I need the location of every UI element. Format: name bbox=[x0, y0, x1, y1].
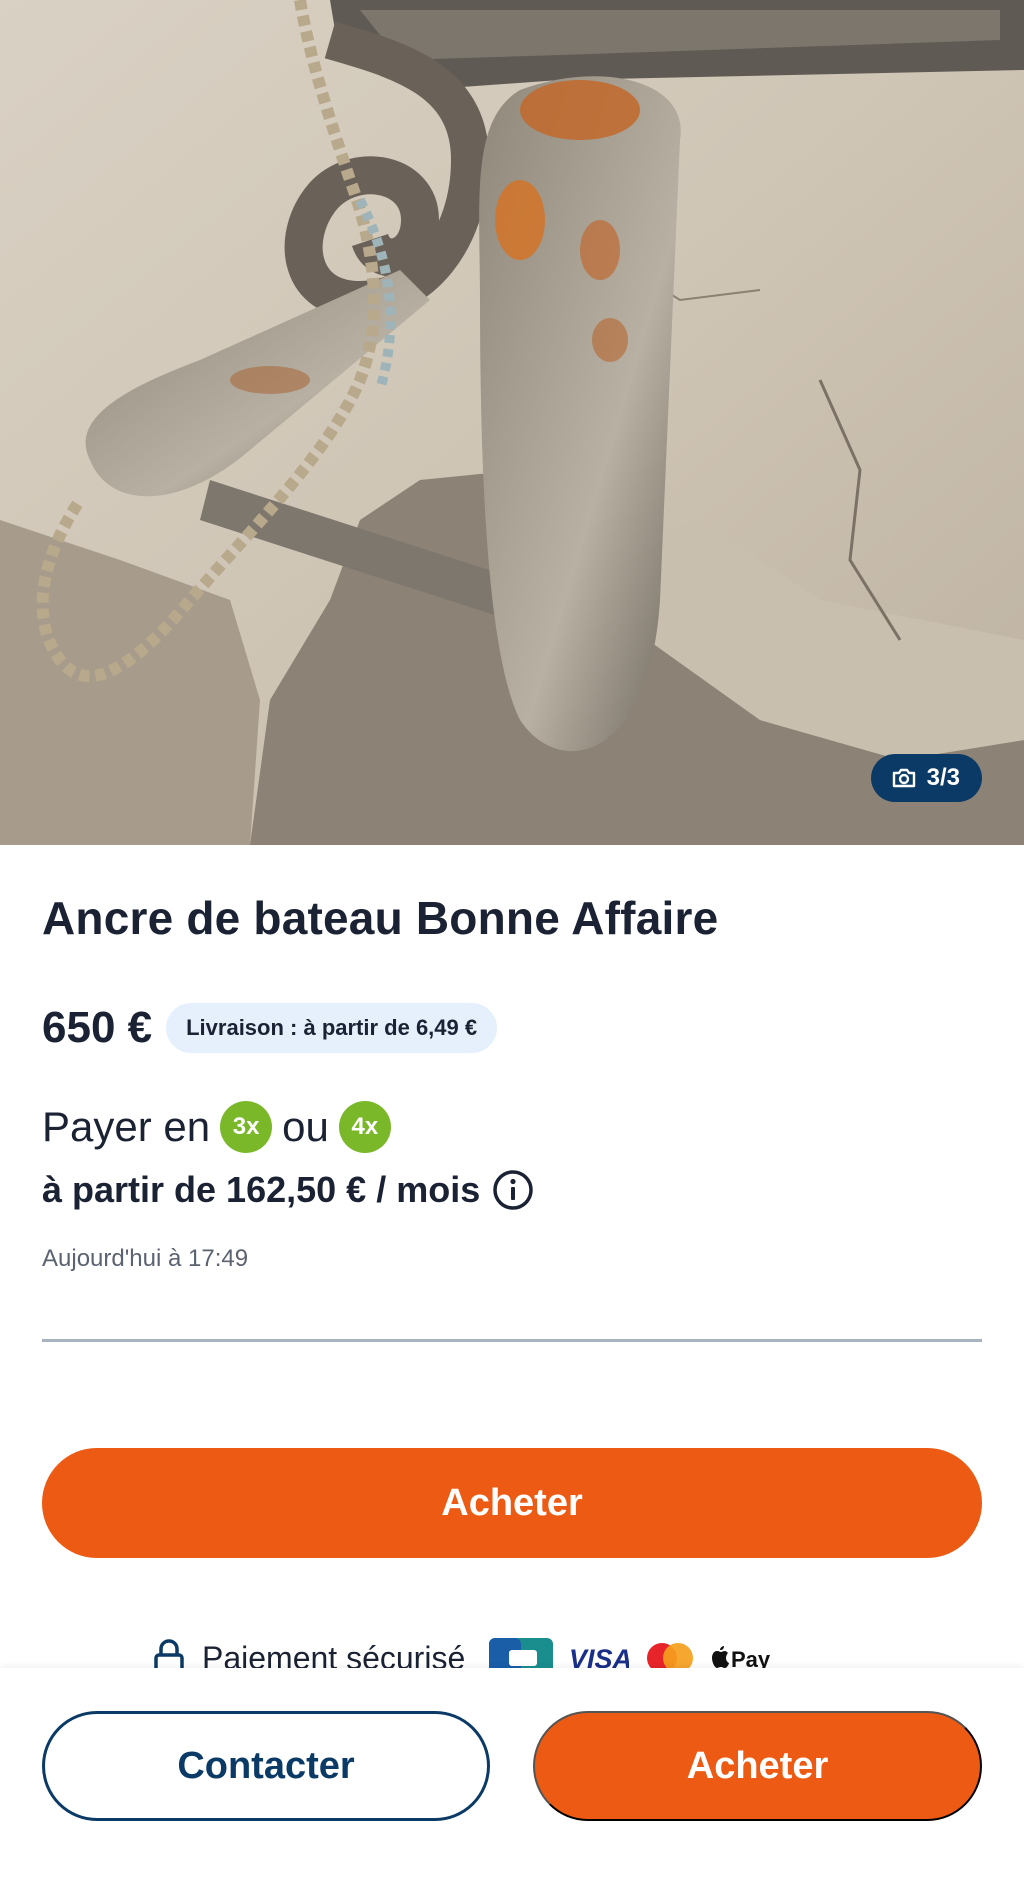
price-row: 650 € Livraison : à partir de 6,49 € bbox=[42, 1003, 498, 1053]
installment-4x-badge: 4x bbox=[338, 1101, 391, 1153]
listing-photo[interactable]: 3/3 bbox=[0, 0, 1024, 845]
posted-date: Aujourd'hui à 17:49 bbox=[42, 1245, 249, 1272]
contact-button[interactable]: Contacter bbox=[42, 1711, 490, 1821]
section-divider bbox=[42, 1339, 982, 1342]
monthly-price-row: à partir de 162,50 € / mois bbox=[42, 1169, 534, 1211]
monthly-price-text: à partir de 162,50 € / mois bbox=[42, 1169, 481, 1210]
listing-price: 650 € bbox=[42, 1003, 153, 1052]
installment-prefix: Payer en bbox=[42, 1103, 211, 1150]
anchor-photo-image bbox=[0, 0, 1024, 845]
listing-title: Ancre de bateau Bonne Affaire bbox=[42, 892, 719, 944]
installment-separator: ou bbox=[282, 1103, 329, 1150]
buy-button[interactable]: Acheter bbox=[42, 1448, 982, 1558]
info-icon[interactable] bbox=[492, 1169, 534, 1211]
bottom-buy-button[interactable]: Acheter bbox=[533, 1711, 982, 1821]
bottom-action-bar: Contacter Acheter bbox=[0, 1668, 1024, 1878]
photo-counter-badge[interactable]: 3/3 bbox=[870, 754, 982, 802]
delivery-badge: Livraison : à partir de 6,49 € bbox=[166, 1003, 498, 1053]
photo-counter-text: 3/3 bbox=[926, 764, 960, 791]
installment-row[interactable]: Payer en 3x ou 4x bbox=[42, 1101, 391, 1153]
camera-icon bbox=[892, 768, 915, 788]
installment-3x-badge: 3x bbox=[220, 1101, 273, 1153]
